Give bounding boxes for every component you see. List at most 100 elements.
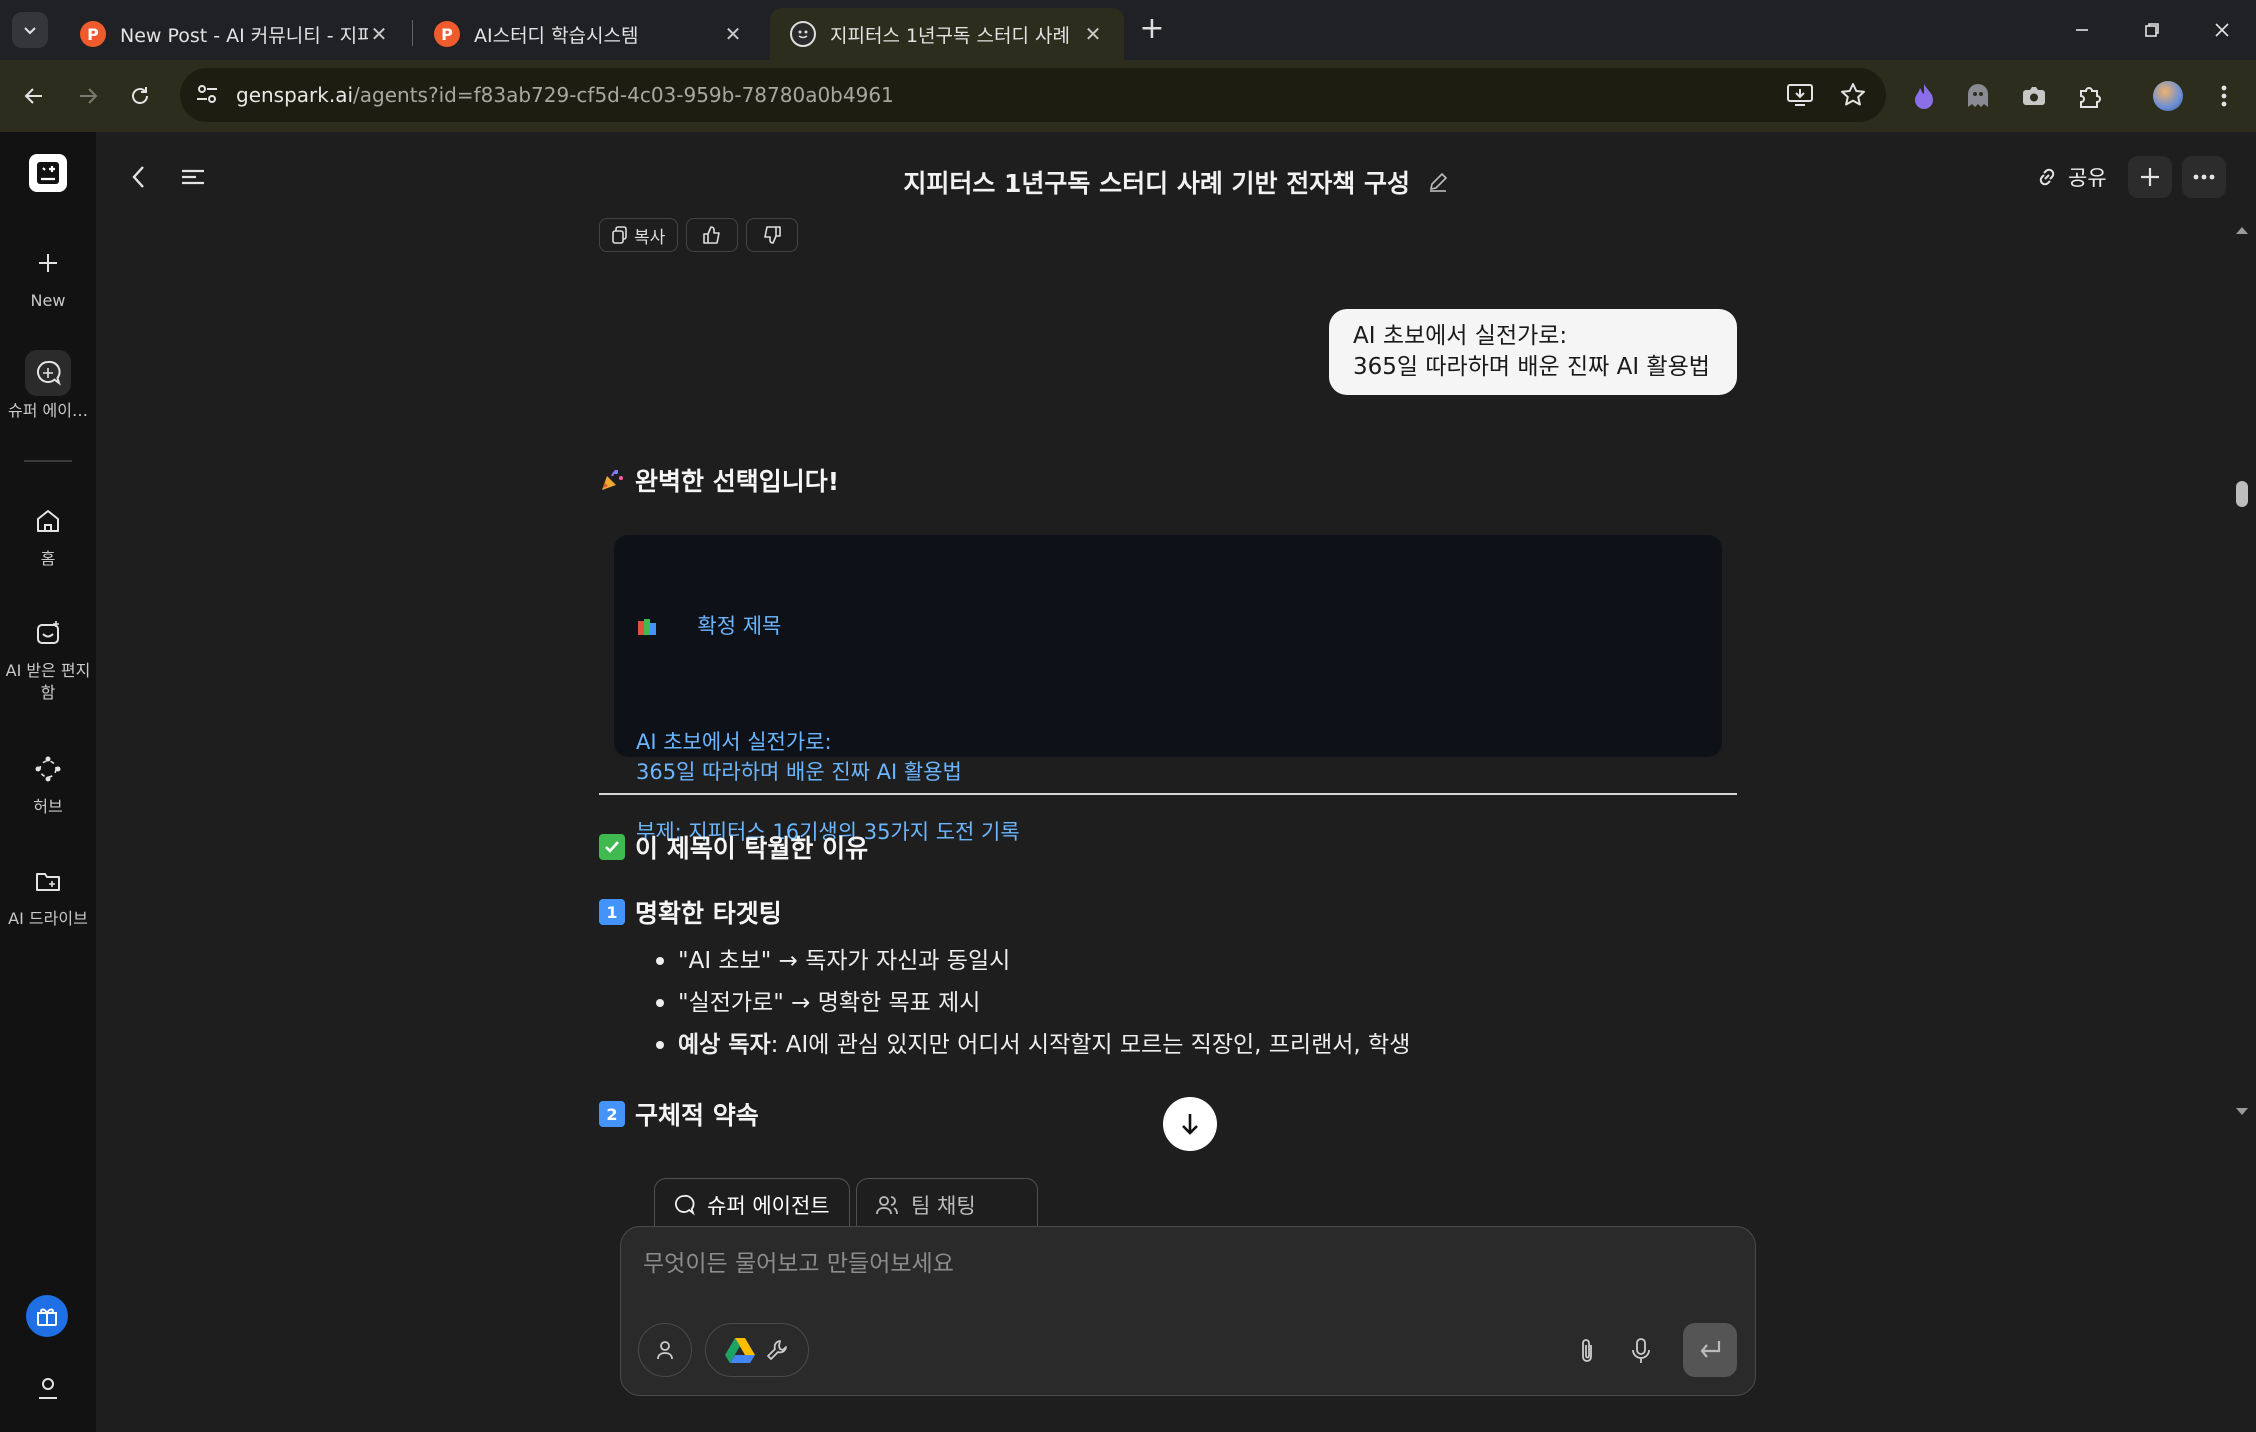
- browser-tab-3-active[interactable]: 지피터스 1년구독 스터디 사례 ✕: [770, 8, 1124, 60]
- extensions-puzzle-icon[interactable]: [2072, 78, 2108, 114]
- app-sidebar: New 슈퍼 에이… 홈 AI 받은 편지함 허브 AI 드라이브: [0, 132, 96, 1432]
- attach-button[interactable]: [1567, 1331, 1607, 1371]
- page-title-row: 지피터스 1년구독 스터디 사례 기반 전자책 구성: [96, 164, 2256, 200]
- page-title: 지피터스 1년구독 스터디 사례 기반 전자책 구성: [903, 169, 1410, 198]
- edit-pencil-icon[interactable]: [1427, 171, 1449, 193]
- sidebar-item-home[interactable]: 홈: [0, 498, 96, 570]
- window-close-button[interactable]: [2188, 0, 2256, 60]
- screenshot-camera-icon[interactable]: [2016, 78, 2052, 114]
- more-vertical-icon: [2221, 85, 2227, 107]
- home-icon: [25, 498, 71, 544]
- bullet-text: "AI 초보" → 독자가 자신과 동일시: [678, 948, 1011, 974]
- sidebar-item-ai-drive[interactable]: AI 드라이브: [0, 858, 96, 930]
- point-heading-text: 구체적 약속: [635, 1101, 759, 1130]
- url-text: genspark.ai/agents?id=f83ab729-cf5d-4c03…: [236, 83, 894, 107]
- new-tab-button[interactable]: +: [1136, 12, 1168, 48]
- scrollbar-thumb[interactable]: [2236, 481, 2248, 507]
- books-icon: [636, 555, 689, 697]
- account-button[interactable]: [30, 1370, 66, 1406]
- tab-title: 지피터스 1년구독 스터디 사례: [830, 24, 1070, 47]
- main-content: 지피터스 1년구독 스터디 사례 기반 전자책 구성 공유 복사 AI 초보에서…: [96, 132, 2256, 1432]
- minimize-button[interactable]: [2048, 0, 2116, 60]
- sidebar-item-label: 허브: [33, 797, 63, 816]
- thumbs-up-icon: [703, 226, 721, 244]
- close-icon[interactable]: ✕: [1082, 22, 1104, 46]
- super-agent-icon: [25, 350, 71, 396]
- tab-search-button[interactable]: [12, 12, 48, 48]
- super-agent-icon: [675, 1194, 695, 1216]
- profile-avatar[interactable]: [2150, 78, 2186, 114]
- reload-button[interactable]: [122, 78, 158, 114]
- ai-drive-icon: [25, 858, 71, 904]
- sidebar-item-label: New: [30, 291, 66, 310]
- voice-input-button[interactable]: [1621, 1331, 1661, 1371]
- genspark-logo[interactable]: [29, 154, 67, 192]
- wrench-icon: [767, 1340, 787, 1360]
- sidebar-new-button[interactable]: New: [0, 240, 96, 312]
- tools-button[interactable]: [705, 1323, 809, 1377]
- tab-super-agent[interactable]: 슈퍼 에이전트: [654, 1178, 850, 1230]
- copy-button[interactable]: 복사: [599, 218, 679, 252]
- google-drive-icon: [725, 1338, 755, 1363]
- extension-ghost-icon[interactable]: [1960, 78, 1996, 114]
- site-info-icon[interactable]: [194, 81, 220, 107]
- tab-divider: [412, 20, 413, 46]
- tab-team-chat[interactable]: 팀 채팅: [856, 1178, 1038, 1230]
- back-button[interactable]: [16, 78, 52, 114]
- persona-button[interactable]: [638, 1323, 692, 1377]
- bookmark-star-icon[interactable]: [1840, 82, 1866, 108]
- user-icon: [657, 1341, 673, 1360]
- arrow-down-icon: [1182, 1114, 1198, 1135]
- thumbs-down-icon: [764, 226, 782, 244]
- scroll-up-arrow-icon: [2236, 227, 2248, 234]
- sidebar-item-hub[interactable]: 허브: [0, 746, 96, 818]
- share-label: 공유: [2068, 166, 2107, 190]
- user-message-line: AI 초보에서 실전가로:: [1353, 323, 1568, 349]
- gift-icon: [37, 1308, 57, 1326]
- section-heading: 이 제목이 탁월한 이유: [599, 829, 868, 865]
- browser-toolbar: genspark.ai/agents?id=f83ab729-cf5d-4c03…: [0, 60, 2256, 132]
- vertical-scrollbar[interactable]: [2234, 224, 2250, 1124]
- bullet-text: : AI에 관심 있지만 어디서 시작할지 모르는 직장인, 프리랜서, 학생: [770, 1032, 1411, 1058]
- code-block[interactable]: 확정 제목 AI 초보에서 실전가로: 365일 따라하며 배운 진짜 AI 활…: [614, 535, 1722, 844]
- forward-button[interactable]: [70, 78, 106, 114]
- keycap-one-icon: 1: [599, 899, 625, 925]
- team-icon: [876, 1195, 898, 1214]
- share-button[interactable]: 공유: [2020, 156, 2123, 198]
- browser-menu-button[interactable]: [2206, 78, 2242, 114]
- address-bar[interactable]: genspark.ai/agents?id=f83ab729-cf5d-4c03…: [180, 68, 1886, 122]
- chevron-down-icon: [24, 27, 36, 35]
- hub-icon: [25, 746, 71, 792]
- install-app-icon[interactable]: [1786, 82, 1814, 108]
- point-heading-2: 2 구체적 약속: [599, 1096, 759, 1132]
- thumbs-up-button[interactable]: [686, 218, 739, 252]
- bullet-text: "실전가로" → 명확한 목표 제시: [678, 990, 981, 1016]
- close-icon[interactable]: ✕: [368, 22, 390, 46]
- response-heading: 완벽한 선택입니다!: [599, 462, 839, 498]
- gift-button[interactable]: [26, 1295, 68, 1337]
- plus-icon: [25, 240, 71, 286]
- message-input[interactable]: [643, 1251, 1693, 1277]
- browser-tab-2[interactable]: P AI스터디 학습시스템 ✕: [414, 8, 764, 60]
- scroll-down-arrow-icon: [2236, 1108, 2248, 1115]
- thumbs-down-button[interactable]: [746, 218, 799, 252]
- user-message-bubble: AI 초보에서 실전가로: 365일 따라하며 배운 진짜 AI 활용법: [1329, 309, 1737, 395]
- restore-button[interactable]: [2118, 0, 2186, 60]
- reload-icon: [132, 87, 148, 104]
- microphone-icon: [1632, 1338, 1650, 1363]
- browser-tab-1[interactable]: P New Post - AI 커뮤니티 - 지피 ✕: [60, 8, 410, 60]
- scroll-to-bottom-button[interactable]: [1163, 1097, 1217, 1151]
- extension-flame-icon[interactable]: [1906, 78, 1942, 114]
- send-button[interactable]: [1683, 1323, 1737, 1377]
- new-chat-button[interactable]: [2128, 156, 2172, 198]
- close-icon[interactable]: ✕: [722, 22, 744, 46]
- copy-icon: [612, 226, 627, 244]
- bullet-list: "AI 초보" → 독자가 자신과 동일시 "실전가로" → 명확한 목표 제시…: [656, 940, 1410, 1066]
- sidebar-item-label: 홈: [40, 549, 56, 568]
- sidebar-item-super-agent[interactable]: 슈퍼 에이…: [0, 350, 96, 422]
- more-options-button[interactable]: [2182, 156, 2226, 198]
- restore-icon: [2145, 23, 2159, 37]
- sidebar-item-ai-inbox[interactable]: AI 받은 편지함: [0, 610, 96, 704]
- list-item: "실전가로" → 명확한 목표 제시: [656, 982, 1410, 1024]
- enter-arrow-icon: [1700, 1341, 1721, 1358]
